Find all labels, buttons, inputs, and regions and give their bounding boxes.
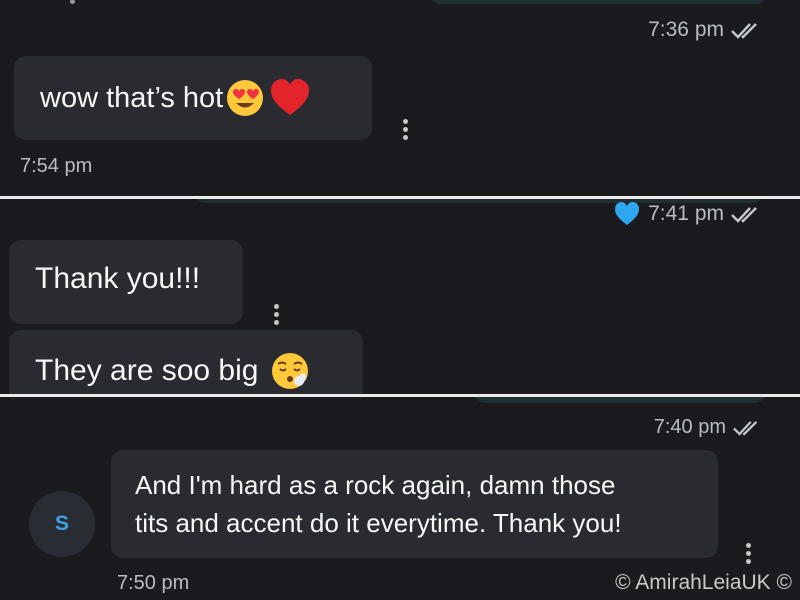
exhaling-face-emoji [272,353,309,389]
message-text-line-1: And I'm hard as a rock again, damn those [135,470,616,500]
avatar-initial: S [54,512,69,535]
sent-time-text: 7:41 pm [648,202,724,225]
received-timestamp: 7:50 pm [117,572,190,594]
sent-time-text: 7:36 pm [648,18,724,41]
previous-sent-bubble-edge [475,397,765,403]
watermark: © AmirahLeiaUK © [615,571,792,594]
sent-timestamp: 7:41 pm [614,202,762,226]
message-text-line-2: tits and accent do it everytime. Thank y… [135,508,622,538]
screenshot-panel-3: 7:40 pm S And I'm hard as a rock again, … [0,397,800,600]
avatar[interactable]: S [29,491,95,557]
red-heart-emoji [271,79,310,115]
double-check-icon [731,207,757,223]
message-text: They are soo big [35,354,259,387]
received-message-bubble[interactable]: Thank you!!! [9,240,243,324]
message-text: wow that’s hot [40,81,224,114]
more-options-icon[interactable] [274,304,280,328]
received-message-bubble[interactable]: wow that’s hot [14,56,372,140]
sent-timestamp: 7:36 pm [648,18,762,42]
screenshot-panel-2: 7:41 pm Thank you!!! They are soo big [0,199,800,395]
message-text: Thank you!!! [35,262,201,295]
sent-time-text: 7:40 pm [653,416,726,438]
panel-divider-1 [0,196,800,199]
more-options-icon[interactable] [746,543,752,567]
sent-timestamp: 7:40 pm [654,416,762,439]
received-message-bubble[interactable]: They are soo big [9,330,363,395]
scroll-marker [70,0,75,4]
blue-heart-icon [615,202,640,225]
double-check-icon [733,421,758,436]
received-timestamp: 7:54 pm [20,155,93,177]
more-options-icon[interactable] [403,119,409,143]
previous-sent-bubble-edge [430,0,766,4]
screenshot-panel-1: 7:36 pm wow that’s hot 7:54 pm [0,0,800,197]
double-check-icon [731,23,757,39]
heart-eyes-emoji [227,80,264,116]
received-message-bubble[interactable]: And I'm hard as a rock again, damn those… [111,450,718,558]
panel-divider-2 [0,394,800,397]
